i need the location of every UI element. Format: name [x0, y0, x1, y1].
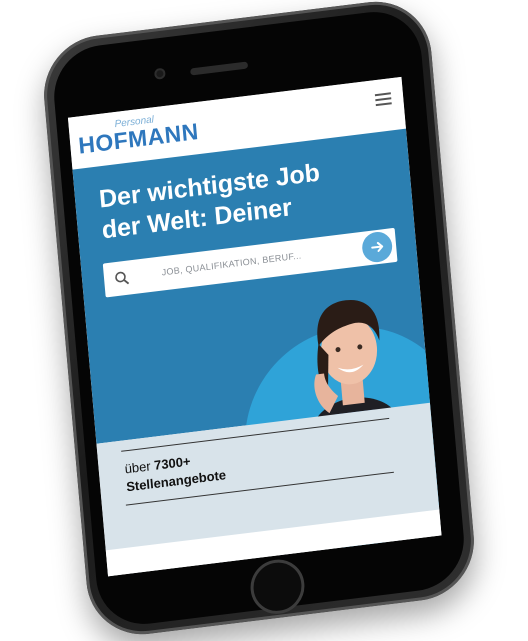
- menu-icon[interactable]: [374, 92, 392, 107]
- search-input[interactable]: JOB, QUALIFIKATION, BERUF...: [161, 250, 302, 277]
- hero-section: Der wichtigste Job der Welt: Deiner JOB,…: [72, 128, 442, 561]
- job-count-prefix: über: [124, 457, 155, 477]
- job-count-number: 7300+: [153, 453, 192, 473]
- search-icon: [115, 271, 130, 285]
- smartphone-frame: Personal HOFMANN Der wichtigste Job der …: [39, 0, 479, 641]
- company-logo[interactable]: HOFMANN: [77, 118, 199, 160]
- hero-headline: Der wichtigste Job der Welt: Deiner: [98, 149, 391, 246]
- search-submit-button[interactable]: [360, 230, 394, 264]
- arrow-right-icon: [371, 241, 384, 252]
- job-count-text: über 7300+ Stellenangebote: [124, 448, 227, 496]
- phone-screen: Personal HOFMANN Der wichtigste Job der …: [67, 76, 442, 577]
